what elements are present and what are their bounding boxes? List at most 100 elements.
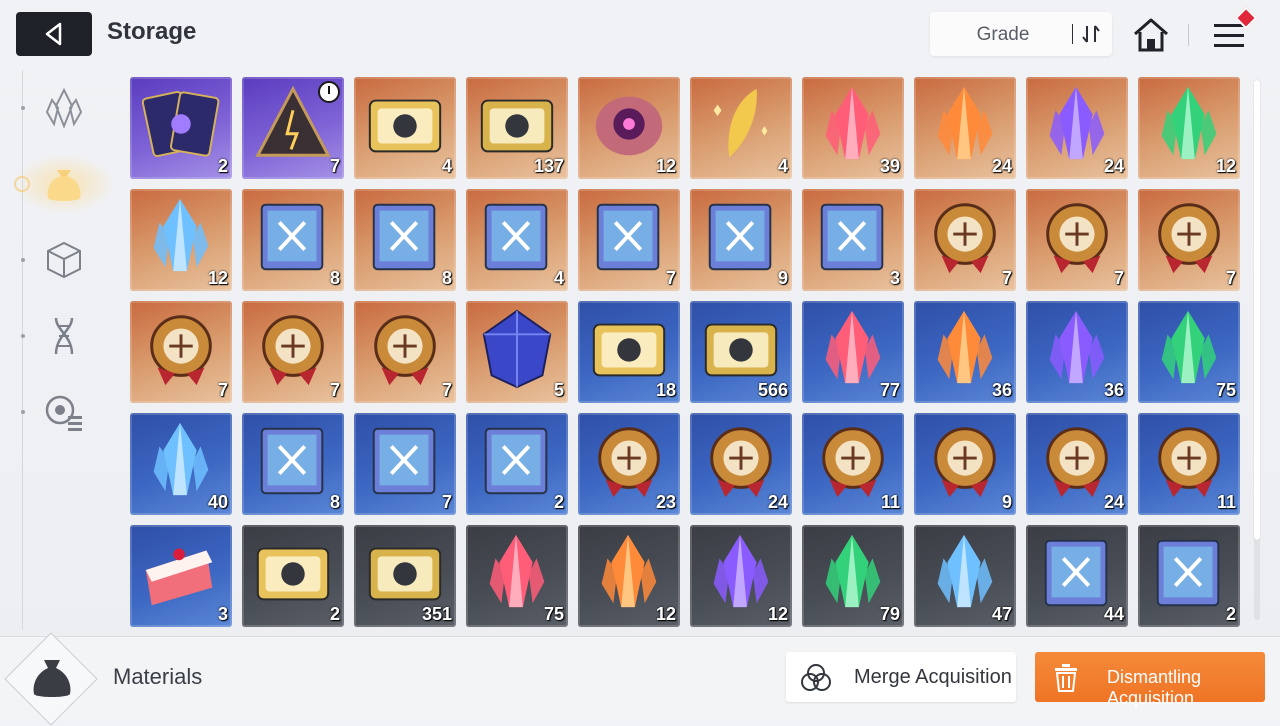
item-slot[interactable]: 7 [242,77,344,179]
back-arrow-icon [45,22,62,46]
item-slot[interactable]: 8 [354,189,456,291]
item-slot[interactable]: 24 [914,77,1016,179]
wing-medal-icon [934,427,996,498]
sidebar-item-crystals[interactable] [38,82,90,134]
item-slot[interactable]: 36 [1026,301,1128,403]
blue-crystal-icon [153,422,209,496]
sidebar-item-materials[interactable] [14,154,114,214]
item-slot[interactable]: 12 [578,77,680,179]
item-slot[interactable]: 8 [242,189,344,291]
character-ticket-icon [368,99,442,153]
item-slot[interactable]: 3 [802,189,904,291]
sword-manual-icon [260,203,324,271]
list-settings-category-icon [45,395,82,431]
blue-crystal-icon [937,534,993,608]
item-slot[interactable]: 3 [130,525,232,627]
item-count: 4 [441,156,452,176]
dna-category-icon [54,317,74,355]
item-count: 2 [1225,604,1236,624]
item-slot[interactable]: 24 [690,413,792,515]
item-slot[interactable]: 9 [690,189,792,291]
item-count: 44 [1103,604,1124,624]
item-slot[interactable]: 7 [354,301,456,403]
blue-crystal-icon [153,198,209,272]
scrollbar-thumb[interactable] [1254,80,1260,540]
item-count: 7 [1225,268,1236,288]
item-count: 7 [665,268,676,288]
item-slot[interactable]: 18 [578,301,680,403]
item-slot[interactable]: 137 [466,77,568,179]
item-slot[interactable]: 40 [130,413,232,515]
lightning-manual-icon [708,203,772,271]
item-count: 7 [441,492,452,512]
item-slot[interactable]: 24 [1026,413,1128,515]
item-count: 36 [1103,380,1124,400]
item-slot[interactable]: 7 [354,413,456,515]
character-ticket-icon [256,547,330,601]
item-count: 23 [655,492,676,512]
star-ticket-icon [704,323,778,377]
item-slot[interactable]: 2 [1138,525,1240,627]
dismantling-acquisition-button[interactable]: Dismantling Acquisition [1035,652,1265,708]
merge-acquisition-button[interactable]: Merge Acquisition [786,652,1016,702]
item-slot[interactable]: 2 [130,77,232,179]
item-count: 3 [889,268,900,288]
sidebar-item-cubes[interactable] [38,234,90,286]
item-slot[interactable]: 75 [466,525,568,627]
sort-order-icon[interactable] [1078,22,1104,46]
item-slot[interactable]: 4 [466,189,568,291]
item-slot[interactable]: 566 [690,301,792,403]
top-divider [1188,24,1189,46]
item-slot[interactable]: 11 [1138,413,1240,515]
item-slot[interactable]: 39 [802,77,904,179]
item-slot[interactable]: 47 [914,525,1016,627]
item-slot[interactable]: 23 [578,413,680,515]
item-slot[interactable]: 24 [1026,77,1128,179]
item-count: 7 [329,156,340,176]
item-count: 12 [767,604,788,624]
item-slot[interactable]: 351 [354,525,456,627]
item-count: 5 [553,380,564,400]
home-icon[interactable] [1130,14,1172,56]
item-slot[interactable]: 12 [690,525,792,627]
item-slot[interactable]: 2 [242,525,344,627]
item-slot[interactable]: 12 [578,525,680,627]
item-slot[interactable]: 79 [802,525,904,627]
item-slot[interactable]: 12 [1138,77,1240,179]
sort-dropdown[interactable]: Grade [930,12,1112,56]
item-count: 40 [207,492,228,512]
crystal-category-icon [45,87,83,129]
sidebar-dot [21,106,25,110]
item-slot[interactable]: 4 [354,77,456,179]
item-slot[interactable]: 36 [914,301,1016,403]
sidebar-item-dna[interactable] [38,310,90,362]
item-slot[interactable]: 12 [130,189,232,291]
item-slot[interactable]: 7 [1138,189,1240,291]
sword-manual-icon [260,427,324,495]
item-slot[interactable]: 11 [802,413,904,515]
wing-manual-icon [484,427,548,495]
item-slot[interactable]: 7 [130,301,232,403]
red-crystal-icon [489,534,545,608]
item-slot[interactable]: 75 [1138,301,1240,403]
item-slot[interactable]: 77 [802,301,904,403]
shield-manual-icon [1156,539,1220,607]
item-slot[interactable]: 7 [914,189,1016,291]
item-slot[interactable]: 8 [242,413,344,515]
back-button[interactable] [16,12,92,56]
item-slot[interactable]: 44 [1026,525,1128,627]
item-slot[interactable]: 4 [690,77,792,179]
item-slot[interactable]: 2 [466,413,568,515]
item-slot[interactable]: 7 [578,189,680,291]
target-medal-icon [1158,427,1220,498]
shield-manual-icon [372,427,436,495]
item-count: 7 [1001,268,1012,288]
item-count: 3 [217,604,228,624]
item-count: 7 [329,380,340,400]
item-slot[interactable]: 7 [242,301,344,403]
item-slot[interactable]: 5 [466,301,568,403]
item-slot[interactable]: 7 [1026,189,1128,291]
sidebar-item-chips[interactable] [38,386,90,438]
orange-crystal-icon [937,310,993,384]
item-slot[interactable]: 9 [914,413,1016,515]
